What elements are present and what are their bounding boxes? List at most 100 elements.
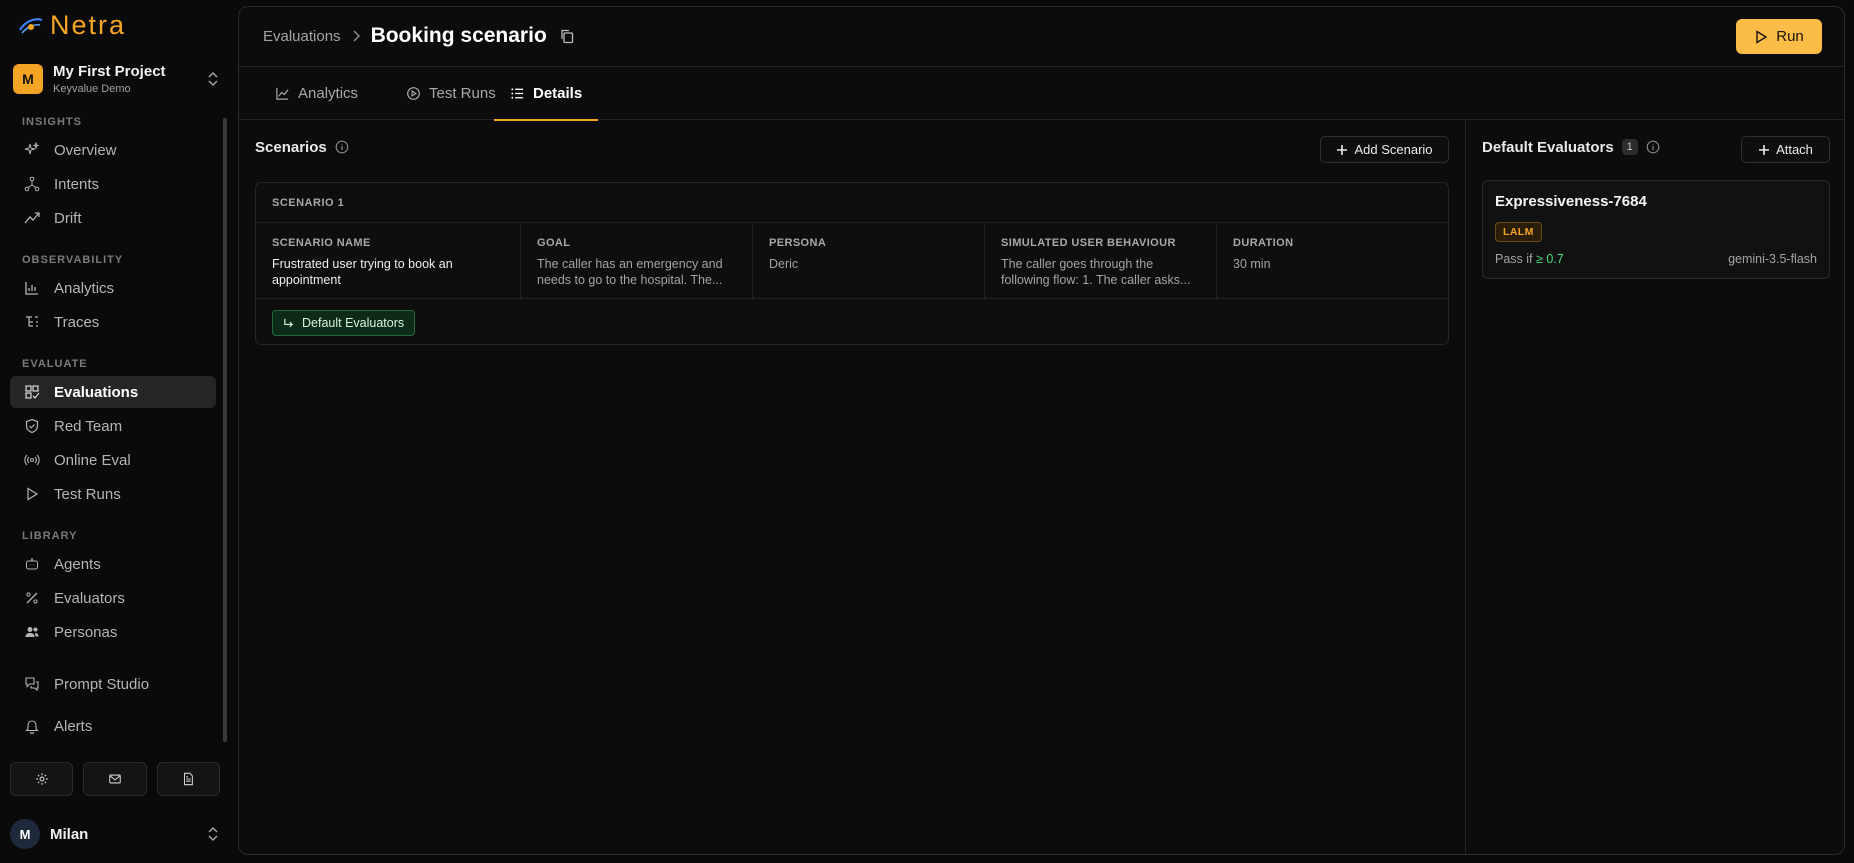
logo-text: Netra [50, 10, 127, 40]
persona-field: PERSONA Deric [753, 223, 985, 298]
evaluator-card[interactable]: Expressiveness-7684 LALM Pass if ≥ 0.7 g… [1482, 180, 1830, 279]
field-label: SCENARIO NAME [272, 237, 371, 249]
scenarios-pane: Scenarios Add Scenario SCENARIO 1 SCENAR… [239, 120, 1465, 854]
sidebar-item-drift[interactable]: Drift [10, 202, 216, 234]
run-button-label: Run [1776, 28, 1804, 45]
sidebar-item-label: Red Team [54, 417, 123, 435]
breadcrumb: Evaluations Booking scenario [263, 23, 575, 49]
users-icon [25, 627, 39, 637]
netra-eye-icon [19, 17, 43, 34]
settings-button[interactable] [10, 762, 74, 796]
sidebar-item-alerts[interactable]: Alerts [10, 710, 216, 742]
pass-threshold: ≥ 0.7 [1536, 252, 1564, 266]
add-scenario-label: Add Scenario [1354, 142, 1433, 157]
mail-button[interactable] [83, 762, 147, 796]
sidebar-item-prompt-studio[interactable]: Prompt Studio [10, 668, 216, 700]
sidebar-item-evaluations[interactable]: Evaluations [10, 376, 216, 408]
sidebar-item-evaluators[interactable]: Evaluators [10, 582, 216, 614]
shield-icon [25, 418, 39, 434]
field-value: The caller goes through the following fl… [1001, 257, 1191, 287]
chevrons-up-down-icon [208, 826, 218, 842]
evaluator-name: Expressiveness-7684 [1495, 193, 1647, 210]
sidebar-item-intents[interactable]: Intents [10, 168, 216, 200]
info-icon[interactable] [1646, 140, 1660, 154]
tab-label: Analytics [298, 85, 359, 102]
info-icon[interactable] [335, 140, 349, 154]
percent-icon [26, 592, 38, 604]
goal-field: GOAL The caller has an emergency and nee… [521, 223, 753, 298]
chevron-right-icon [353, 30, 360, 42]
page-title: Booking scenario [370, 24, 547, 47]
project-subtitle: Keyvalue Demo [53, 83, 131, 95]
bell-icon [25, 720, 39, 734]
sidebar-item-overview[interactable]: Overview [10, 134, 216, 166]
sidebar-item-label: Online Eval [54, 451, 131, 469]
radio-broadcast-icon [24, 454, 40, 466]
project-avatar: M [13, 64, 43, 94]
list-tree-icon [26, 316, 38, 327]
line-chart-icon [276, 87, 289, 100]
pass-prefix: Pass if [1495, 252, 1533, 266]
sidebar-item-personas[interactable]: Personas [10, 616, 216, 648]
count-badge: 1 [1621, 139, 1638, 155]
evaluator-type-badge: LALM [1495, 222, 1542, 242]
scenario-card-header: SCENARIO 1 [256, 183, 1448, 223]
field-label: DURATION [1233, 237, 1294, 249]
pass-condition: Pass if ≥ 0.7 [1495, 252, 1564, 266]
run-button[interactable]: Run [1736, 19, 1822, 54]
default-evaluators-header: Default Evaluators 1 [1482, 134, 1660, 160]
document-icon [184, 772, 194, 786]
tab-label: Details [533, 85, 583, 102]
scenario-card[interactable]: SCENARIO 1 SCENARIO NAME Frustrated user… [255, 182, 1449, 345]
play-icon [1756, 29, 1768, 44]
evaluator-model: gemini-3.5-flash [1728, 252, 1817, 266]
nav-section-library: LIBRARY [22, 530, 78, 542]
scenarios-title: Scenarios [255, 138, 327, 156]
list-icon [511, 88, 524, 99]
breadcrumb-evaluations-link[interactable]: Evaluations [263, 28, 341, 45]
sidebar-scrollbar[interactable] [223, 118, 227, 742]
chip-label: Default Evaluators [302, 316, 405, 330]
chevrons-up-down-icon [208, 71, 218, 87]
attach-button[interactable]: Attach [1741, 136, 1830, 163]
avatar: M [10, 819, 40, 849]
field-value: Deric [769, 257, 799, 271]
sidebar-item-label: Analytics [54, 279, 115, 297]
default-evaluators-title: Default Evaluators [1482, 138, 1614, 156]
sidebar-item-label: Agents [54, 555, 101, 573]
nav-section-insights: INSIGHTS [22, 116, 82, 128]
gear-icon [35, 773, 48, 785]
default-evaluators-chip[interactable]: Default Evaluators [272, 310, 416, 336]
tab-details[interactable]: Details [494, 67, 599, 121]
field-label: SIMULATED USER BEHAVIOUR [1001, 237, 1176, 249]
sidebar-item-test-runs[interactable]: Test Runs [10, 478, 216, 510]
tab-analytics[interactable]: Analytics [259, 67, 374, 120]
docs-button[interactable] [156, 762, 220, 796]
user-name: Milan [50, 825, 89, 843]
sidebar-item-red-team[interactable]: Red Team [10, 410, 216, 442]
sidebar-item-online-eval[interactable]: Online Eval [10, 444, 216, 476]
sidebar-item-label: Intents [54, 175, 100, 193]
sidebar-item-label: Evaluators [54, 589, 125, 607]
duration-field: DURATION 30 min [1217, 223, 1448, 298]
user-menu[interactable]: M Milan [10, 818, 220, 850]
network-icon [24, 176, 40, 192]
project-switcher[interactable]: M My First Project Keyvalue Demo [10, 56, 220, 102]
sidebar-footer-actions [10, 762, 220, 796]
sidebar-item-traces[interactable]: Traces [10, 306, 216, 338]
sidebar-item-label: Drift [54, 209, 82, 227]
sidebar-item-label: Personas [54, 623, 118, 641]
sparkles-icon [24, 142, 40, 155]
sidebar-item-agents[interactable]: Agents [10, 548, 216, 580]
add-scenario-button[interactable]: Add Scenario [1320, 136, 1449, 163]
logo[interactable]: Netra [18, 10, 126, 41]
default-evaluators-pane: Default Evaluators 1 Attach Expressivene… [1465, 120, 1844, 854]
sidebar-item-analytics[interactable]: Analytics [10, 272, 216, 304]
copy-icon[interactable] [559, 28, 575, 44]
tab-label: Test Runs [429, 85, 496, 102]
field-label: PERSONA [769, 237, 827, 249]
sidebar-item-label: Evaluations [54, 383, 139, 401]
tab-bar: Analytics Test Runs Details [239, 67, 1844, 121]
field-value: 30 min [1233, 257, 1271, 271]
attach-label: Attach [1776, 142, 1813, 157]
